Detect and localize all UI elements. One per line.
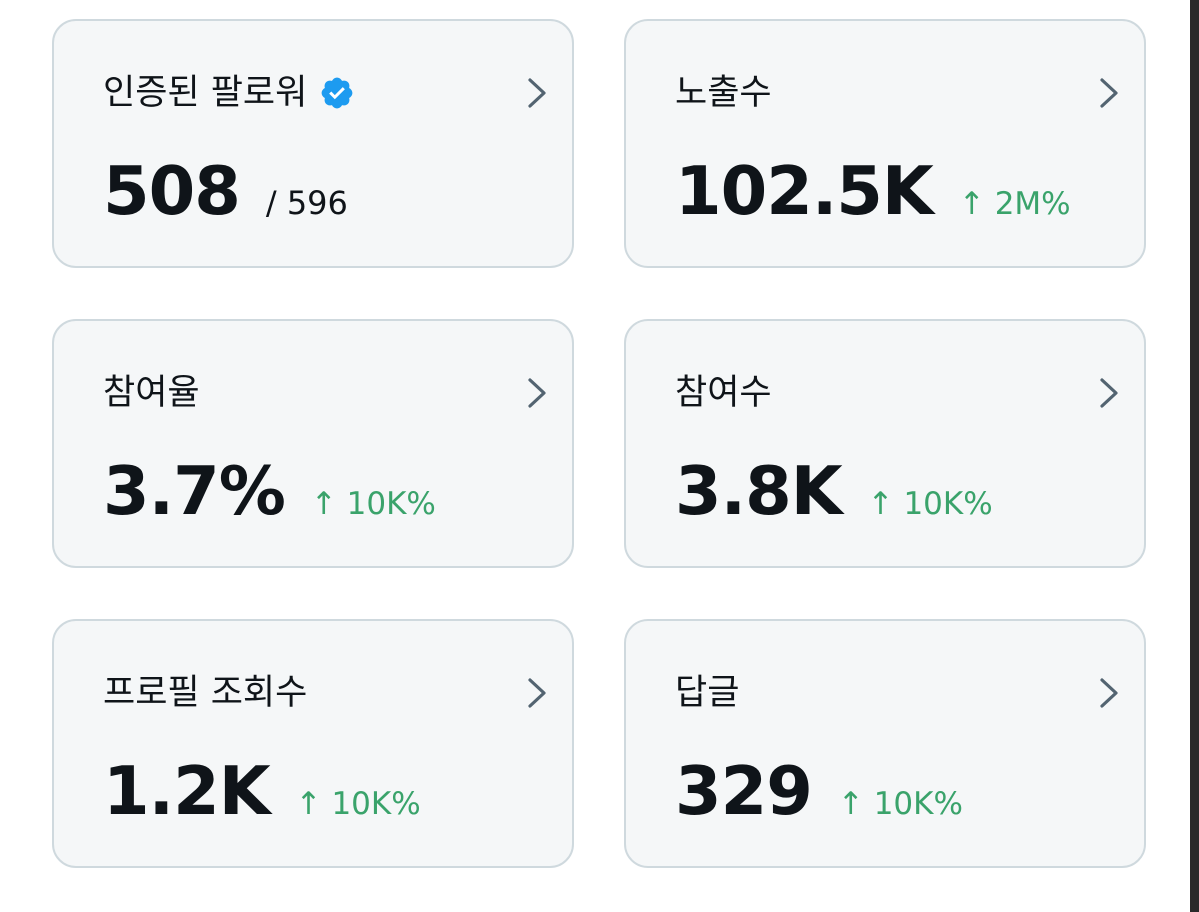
card-label-text: 프로필 조회수 xyxy=(103,673,308,713)
card-value: 102.5K xyxy=(675,152,934,230)
chevron-right-icon xyxy=(524,676,550,710)
replies-card[interactable]: 답글 329 ↑ 10K% xyxy=(624,619,1146,868)
card-label: 참여수 xyxy=(675,371,772,415)
chevron-right-icon xyxy=(1096,676,1122,710)
card-label: 프로필 조회수 xyxy=(103,671,307,715)
verified-followers-card[interactable]: 인증된 팔로워 508 / 596 xyxy=(52,19,574,268)
card-value: 3.8K xyxy=(675,452,843,530)
card-label-text: 인증된 팔로워 xyxy=(103,73,308,113)
card-total: / 596 xyxy=(265,184,348,222)
chevron-right-icon xyxy=(1096,76,1122,110)
verified-badge-icon xyxy=(319,75,355,111)
card-value-row: 102.5K ↑ 2M% xyxy=(675,151,1071,231)
change-indicator: ↑ 10K% xyxy=(295,786,421,822)
card-value: 3.7% xyxy=(103,452,286,530)
card-value: 508 xyxy=(103,152,241,230)
card-value-row: 3.7% ↑ 10K% xyxy=(103,451,436,531)
card-label: 노출수 xyxy=(675,71,772,115)
card-value-row: 329 ↑ 10K% xyxy=(675,751,963,831)
scrollbar[interactable] xyxy=(1190,0,1199,912)
card-label-text: 참여수 xyxy=(675,373,772,413)
card-value-row: 508 / 596 xyxy=(103,151,348,231)
change-indicator: ↑ 10K% xyxy=(310,486,436,522)
card-label-text: 노출수 xyxy=(675,73,772,113)
analytics-card-grid: 인증된 팔로워 508 / 596 노출수 102.5K ↑ 2M% 참여율 3… xyxy=(52,19,1146,868)
card-label-text: 참여율 xyxy=(103,373,200,413)
card-value: 329 xyxy=(675,752,813,830)
chevron-right-icon xyxy=(524,76,550,110)
card-label: 참여율 xyxy=(103,371,200,415)
change-indicator: ↑ 10K% xyxy=(837,786,963,822)
change-indicator: ↑ 10K% xyxy=(867,486,993,522)
card-value-row: 3.8K ↑ 10K% xyxy=(675,451,993,531)
card-label: 인증된 팔로워 xyxy=(103,71,355,115)
card-value: 1.2K xyxy=(103,752,271,830)
profile-visits-card[interactable]: 프로필 조회수 1.2K ↑ 10K% xyxy=(52,619,574,868)
card-label-text: 답글 xyxy=(675,673,740,713)
change-indicator: ↑ 2M% xyxy=(958,186,1071,222)
engagement-rate-card[interactable]: 참여율 3.7% ↑ 10K% xyxy=(52,319,574,568)
card-value-row: 1.2K ↑ 10K% xyxy=(103,751,421,831)
card-label: 답글 xyxy=(675,671,739,715)
impressions-card[interactable]: 노출수 102.5K ↑ 2M% xyxy=(624,19,1146,268)
chevron-right-icon xyxy=(524,376,550,410)
chevron-right-icon xyxy=(1096,376,1122,410)
engagements-card[interactable]: 참여수 3.8K ↑ 10K% xyxy=(624,319,1146,568)
